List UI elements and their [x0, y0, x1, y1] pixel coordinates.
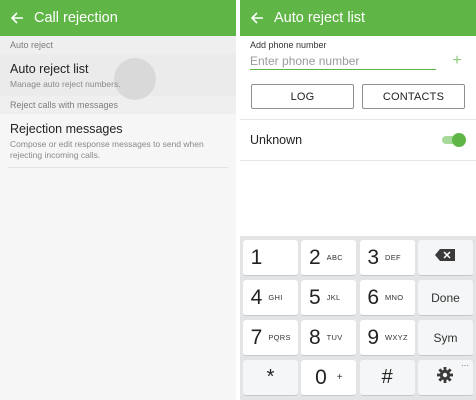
key-5[interactable]: 5 JKL	[301, 280, 357, 316]
key-1[interactable]: 1	[243, 240, 298, 276]
contacts-button[interactable]: CONTACTS	[362, 84, 465, 109]
keypad-row: 4 GHI 5 JKL 6 MNO Done	[243, 280, 473, 316]
page-title: Call rejection	[34, 10, 118, 26]
key-9[interactable]: 9 WXYZ	[359, 320, 415, 356]
backspace-icon	[434, 248, 456, 267]
rejection-messages-subtitle: Compose or edit response messages to sen…	[10, 139, 204, 160]
phone-entry-row: +	[240, 50, 476, 72]
sym-key[interactable]: Sym	[417, 320, 473, 356]
rejection-messages-item[interactable]: Rejection messages Compose or edit respo…	[0, 114, 236, 167]
keypad-row: * 0 + # ···	[243, 360, 473, 396]
key-2[interactable]: 2 ABC	[301, 240, 357, 276]
star-key[interactable]: *	[243, 360, 298, 396]
add-phone-label: Add phone number	[250, 40, 327, 50]
app-bar: Call rejection	[0, 0, 236, 36]
back-arrow-icon[interactable]	[250, 11, 264, 25]
back-arrow-icon[interactable]	[10, 11, 24, 25]
unknown-toggle[interactable]	[441, 133, 466, 147]
settings-icon	[436, 366, 454, 389]
keypad-row: 1 2 ABC 3 DEF	[243, 240, 473, 276]
key-3[interactable]: 3 DEF	[359, 240, 415, 276]
more-dots-icon: ···	[460, 361, 469, 370]
auto-reject-list-screen: Auto reject list Add phone number + LOG …	[240, 0, 476, 400]
backspace-key[interactable]	[417, 240, 473, 276]
divider	[240, 160, 476, 161]
log-button[interactable]: LOG	[251, 84, 354, 109]
key-6[interactable]: 6 MNO	[359, 280, 415, 316]
app-bar: Auto reject list	[240, 0, 476, 36]
toggle-thumb	[452, 133, 466, 147]
section-header-auto-reject: Auto reject	[0, 36, 236, 54]
unknown-label: Unknown	[250, 133, 303, 147]
key-4[interactable]: 4 GHI	[243, 280, 298, 316]
auto-reject-list-item[interactable]: Auto reject list Manage auto reject numb…	[0, 54, 236, 100]
auto-reject-list-title: Auto reject list	[10, 62, 89, 76]
phone-number-input[interactable]	[250, 52, 436, 70]
dial-keypad: 1 2 ABC 3 DEF 4 GHI 5 JKL 6 MNO Done 7 P…	[240, 236, 476, 400]
done-key[interactable]: Done	[417, 280, 473, 316]
page-title: Auto reject list	[274, 10, 366, 26]
settings-key[interactable]: ···	[417, 360, 473, 396]
button-row: LOG CONTACTS	[240, 72, 476, 109]
section-header-reject-messages: Reject calls with messages	[0, 96, 236, 114]
unknown-row[interactable]: Unknown	[240, 120, 476, 160]
hash-key[interactable]: #	[359, 360, 415, 396]
key-8[interactable]: 8 TUV	[301, 320, 357, 356]
key-0[interactable]: 0 +	[301, 360, 357, 396]
rejection-messages-title: Rejection messages	[10, 122, 123, 136]
call-rejection-screen: Call rejection Auto reject Auto reject l…	[0, 0, 236, 400]
key-7[interactable]: 7 PQRS	[243, 320, 298, 356]
keypad-row: 7 PQRS 8 TUV 9 WXYZ Sym	[243, 320, 473, 356]
auto-reject-list-subtitle: Manage auto reject numbers.	[10, 79, 121, 89]
divider	[8, 167, 228, 168]
add-plus-icon[interactable]: +	[448, 52, 466, 70]
